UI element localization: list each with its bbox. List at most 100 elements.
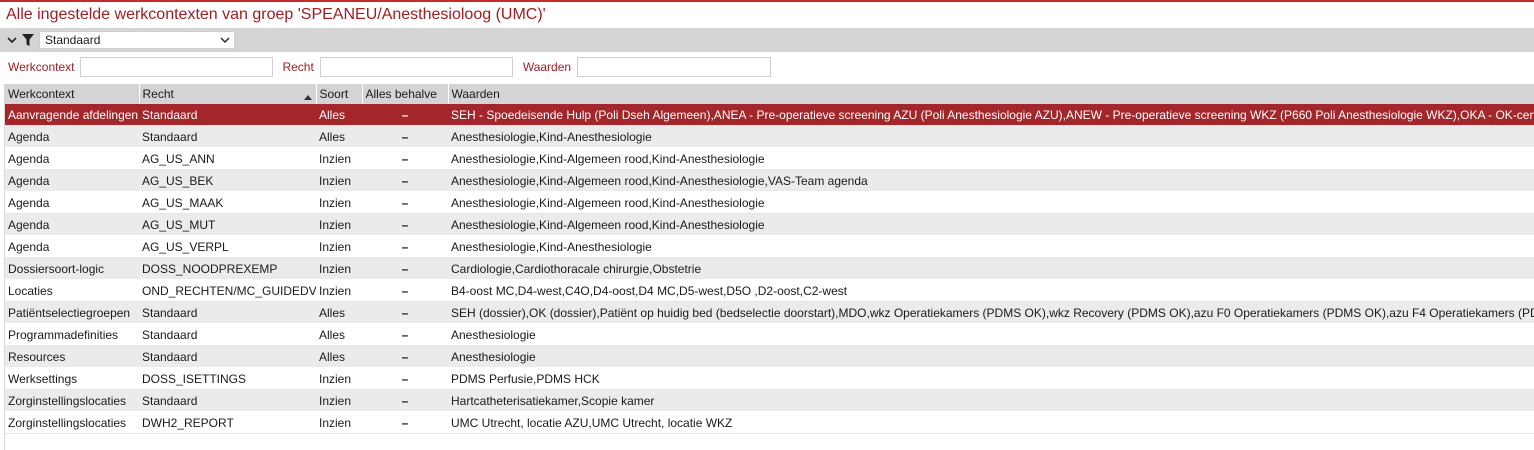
cell-recht: Standaard [139,345,316,368]
waarden-filter-input[interactable] [577,57,772,77]
cell-soort: Alles [316,323,362,346]
cell-werkcontext: Patiëntselectiegroepen [5,301,139,324]
cell-waarden: Anesthesiologie,Kind-Algemeen rood,Kind-… [448,169,1534,192]
dropdown-chevron-icon [220,33,230,47]
column-header-soort[interactable]: Soort [316,84,363,104]
filter-icon[interactable] [20,31,36,49]
search-filters: Werkcontext Recht Waarden [0,52,1534,82]
chevron-down-icon[interactable] [4,31,20,49]
cell-waarden: Anesthesiologie [448,345,1534,368]
column-header-recht[interactable]: Recht [139,84,317,104]
table-row[interactable]: Aanvragende afdelingen Standaard Alles – SEH… [5,104,1534,126]
recht-filter-label: Recht [282,60,314,74]
cell-werkcontext: Zorginstellingslocaties [5,389,139,412]
cell-recht: OND_RECHTEN/MC_GUIDEDVW [139,279,316,302]
filter-preset-select[interactable]: Standaard [39,31,235,49]
cell-soort: Inzien [316,257,362,280]
cell-alles-behalve: – [362,169,448,192]
cell-waarden: Anesthesiologie [448,323,1534,346]
cell-alles-behalve: – [362,367,448,390]
cell-recht: DWH2_REPORT [139,411,316,434]
cell-recht: AG_US_ANN [139,147,316,170]
cell-alles-behalve: – [362,235,448,258]
table-row[interactable]: Patiëntselectiegroepen Standaard Alles – SEH… [5,301,1534,324]
cell-alles-behalve: – [362,301,448,324]
werkcontexten-window: Alle ingestelde werkcontexten van groep … [0,0,1534,450]
cell-werkcontext: Aanvragende afdelingen [5,104,139,126]
cell-alles-behalve: – [362,389,448,412]
cell-recht: Standaard [139,389,316,412]
werkcontext-filter-label: Werkcontext [8,60,75,74]
cell-waarden: Anesthesiologie,Kind-Anesthesiologie [448,125,1534,148]
cell-alles-behalve: – [362,279,448,302]
cell-werkcontext: Agenda [5,191,139,214]
table-row[interactable]: Dossiersoort-logic DOSS_NOODPREXEMP Inzien… [5,257,1534,280]
cell-alles-behalve: – [362,104,448,126]
cell-waarden: SEH (dossier),OK (dossier),Patiënt op hu… [448,301,1534,324]
table-row[interactable]: Agenda AG_US_ANN Inzien – Anesthesiologie,Ki… [5,147,1534,170]
cell-soort: Inzien [316,147,362,170]
cell-waarden: Anesthesiologie,Kind-Algemeen rood,Kind-… [448,213,1534,236]
cell-alles-behalve: – [362,125,448,148]
cell-werkcontext: Agenda [5,169,139,192]
column-header-waarden[interactable]: Waarden [448,84,1534,104]
cell-soort: Inzien [316,169,362,192]
cell-werkcontext: Agenda [5,147,139,170]
cell-recht: DOSS_ISETTINGS [139,367,316,390]
cell-waarden: SEH - Spoedeisende Hulp (Poli Dseh Algem… [448,104,1534,126]
cell-soort: Alles [316,125,362,148]
cell-soort: Inzien [316,367,362,390]
cell-soort: Inzien [316,411,362,434]
cell-alles-behalve: – [362,213,448,236]
cell-recht: AG_US_MUT [139,213,316,236]
table-row[interactable]: Agenda AG_US_BEK Inzien – Anesthesiologie,Ki… [5,169,1534,192]
cell-werkcontext: Dossiersoort-logic [5,257,139,280]
cell-soort: Alles [316,345,362,368]
table-row[interactable]: Werksettings DOSS_ISETTINGS Inzien – PDMS Pe… [5,367,1534,390]
window-title: Alle ingestelde werkcontexten van groep … [6,6,546,23]
column-header-werkcontext[interactable]: Werkcontext [5,84,140,104]
table-row[interactable]: Zorginstellingslocaties DWH2_REPORT Inzien… [5,411,1534,434]
cell-werkcontext: Locaties [5,279,139,302]
table-header-row: Werkcontext Recht Soort Alles behalve Wa… [5,84,1534,104]
table-row[interactable]: Agenda AG_US_MUT Inzien – Anesthesiologie,Ki… [5,213,1534,236]
cell-waarden: Cardiologie,Cardiothoracale chirurgie,Ob… [448,257,1534,280]
cell-alles-behalve: – [362,345,448,368]
waarden-filter-label: Waarden [522,60,572,74]
cell-recht: Standaard [139,323,316,346]
cell-waarden: UMC Utrecht, locatie AZU,UMC Utrecht, lo… [448,411,1534,434]
cell-soort: Inzien [316,191,362,214]
cell-waarden: Hartcatheterisatiekamer,Scopie kamer [448,389,1534,412]
table-row[interactable]: Zorginstellingslocaties Standaard Inzien – H… [5,389,1534,412]
werkcontext-filter-input[interactable] [80,57,274,77]
cell-alles-behalve: – [362,191,448,214]
cell-waarden: PDMS Perfusie,PDMS HCK [448,367,1534,390]
cell-werkcontext: Agenda [5,235,139,258]
sort-ascending-icon [303,89,312,103]
cell-soort: Inzien [316,235,362,258]
werkcontext-table: Werkcontext Recht Soort Alles behalve Wa… [5,84,1534,434]
cell-recht: DOSS_NOODPREXEMP [139,257,316,280]
werkcontext-grid: Werkcontext Recht Soort Alles behalve Wa… [4,84,1534,450]
recht-filter-input[interactable] [319,57,513,77]
cell-waarden: Anesthesiologie,Kind-Algemeen rood,Kind-… [448,147,1534,170]
table-row[interactable]: Agenda AG_US_VERPL Inzien – Anesthesiologie,… [5,235,1534,258]
table-row[interactable]: Locaties OND_RECHTEN/MC_GUIDEDVW Inzien – B4… [5,279,1534,302]
cell-recht: Standaard [139,125,316,148]
cell-recht: AG_US_BEK [139,169,316,192]
table-row[interactable]: Resources Standaard Alles – Anesthesiologie [5,345,1534,368]
cell-recht: Standaard [139,104,316,126]
table-row[interactable]: Agenda Standaard Alles – Anesthesiologie,Kin… [5,125,1534,148]
cell-soort: Inzien [316,279,362,302]
table-body: Aanvragende afdelingen Standaard Alles – SEH… [5,104,1534,434]
cell-alles-behalve: – [362,323,448,346]
cell-alles-behalve: – [362,147,448,170]
cell-werkcontext: Zorginstellingslocaties [5,411,139,434]
cell-werkcontext: Resources [5,345,139,368]
column-header-alles-behalve[interactable]: Alles behalve [362,84,449,104]
cell-waarden: B4-oost MC,D4-west,C4O,D4-oost,D4 MC,D5-… [448,279,1534,302]
table-row[interactable]: Programmadefinities Standaard Alles – Anesth… [5,323,1534,346]
cell-alles-behalve: – [362,257,448,280]
table-row[interactable]: Agenda AG_US_MAAK Inzien – Anesthesiologie,K… [5,191,1534,214]
cell-soort: Inzien [316,213,362,236]
